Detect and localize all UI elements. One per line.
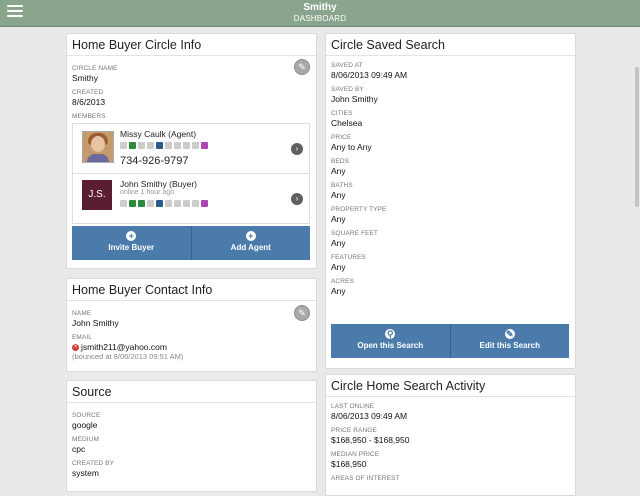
agent-avatar (82, 131, 114, 163)
medium-value: cpc (72, 444, 86, 454)
field-value: Any (331, 286, 346, 296)
member-name: Missy Caulk (Agent) (120, 129, 197, 139)
member-activity-icons (120, 200, 208, 207)
field-value: Any (331, 166, 346, 176)
field-label: CITIES (331, 110, 353, 117)
member-activity-icons (120, 142, 208, 149)
open-search-button[interactable]: ⚲ Open this Search (331, 324, 451, 358)
buyer-initials-avatar: J.S. (82, 180, 112, 210)
created-by-value: system (72, 468, 99, 478)
scrollbar[interactable] (634, 27, 640, 480)
search-action-buttons: ⚲ Open this Search ✎ Edit this Search (331, 324, 569, 358)
median-price-value: $168,950 (331, 459, 367, 469)
plus-icon: + (245, 231, 256, 241)
source-value: google (72, 420, 98, 430)
edit-search-button[interactable]: ✎ Edit this Search (450, 324, 569, 358)
last-online-label: LAST ONLINE (331, 403, 375, 410)
field-value: 8/06/2013 09:49 AM (331, 70, 408, 80)
error-icon: × (72, 344, 79, 352)
circle-info-card: Home Buyer Circle Info ✎ CIRCLE NAME Smi… (66, 33, 317, 269)
contact-info-heading: Home Buyer Contact Info (67, 279, 316, 301)
page-title: Smithy (303, 2, 337, 13)
field-value: John Smithy (331, 94, 378, 104)
circle-info-heading: Home Buyer Circle Info (67, 34, 316, 56)
field-value: Any (331, 190, 346, 200)
menu-icon[interactable] (7, 5, 23, 19)
field-label: FEATURES (331, 254, 366, 261)
price-range-value: $168,950 - $168,950 (331, 435, 410, 445)
page-subtitle: DASHBOARD (293, 14, 347, 23)
price-range-label: PRICE RANGE (331, 427, 377, 434)
members-label: MEMBERS (72, 113, 106, 120)
activity-heading: Circle Home Search Activity (326, 375, 575, 397)
add-agent-button[interactable]: + Add Agent (191, 226, 310, 260)
field-label: SAVED BY (331, 86, 364, 93)
member-phone: 734-926-9797 (120, 155, 189, 167)
pencil-icon: ✎ (504, 329, 515, 339)
median-price-label: MEDIAN PRICE (331, 451, 380, 458)
areas-label: AREAS OF INTEREST (331, 475, 400, 482)
contact-email[interactable]: jsmith211@yahoo.com (81, 342, 167, 352)
search-icon: ⚲ (385, 329, 396, 339)
field-label: ACRES (331, 278, 354, 285)
field-label: BATHS (331, 182, 353, 189)
field-value: Any (331, 262, 346, 272)
field-label: PRICE (331, 134, 352, 141)
edit-contact-button[interactable]: ✎ (294, 305, 310, 321)
activity-card: Circle Home Search Activity LAST ONLINE … (325, 374, 576, 496)
saved-search-heading: Circle Saved Search (326, 34, 575, 56)
source-heading: Source (67, 381, 316, 403)
saved-search-card: Circle Saved Search SAVED AT 8/06/2013 0… (325, 33, 576, 369)
field-label: SQUARE FEET (331, 230, 378, 237)
created-value: 8/6/2013 (72, 97, 106, 107)
field-value: Any (331, 238, 346, 248)
source-label: SOURCE (72, 412, 101, 419)
circle-action-buttons: + Invite Buyer + Add Agent (72, 226, 310, 260)
field-value: Any (331, 214, 346, 224)
medium-label: MEDIUM (72, 436, 99, 443)
member-status: online 1 hour ago (120, 189, 175, 196)
contact-name: John Smithy (72, 318, 119, 328)
field-label: PROPERTY TYPE (331, 206, 387, 213)
member-name: John Smithy (Buyer) (120, 179, 197, 189)
email-label: EMAIL (72, 334, 93, 341)
plus-icon: + (126, 231, 137, 241)
field-value: Chelsea (331, 118, 363, 128)
created-label: CREATED (72, 89, 104, 96)
invite-buyer-button[interactable]: + Invite Buyer (72, 226, 192, 260)
field-label: SAVED AT (331, 62, 363, 69)
top-bar: Smithy DASHBOARD (0, 0, 640, 27)
bounce-note: (bounced at 8/06/2013 09:51 AM) (72, 352, 184, 361)
field-value: Any to Any (331, 142, 372, 152)
scrollbar-thumb[interactable] (635, 67, 639, 207)
field-label: BEDS (331, 158, 350, 165)
circle-name: Smithy (72, 73, 98, 83)
member-row-buyer[interactable]: J.S. John Smithy (Buyer) online 1 hour a… (72, 174, 310, 224)
edit-circle-button[interactable]: ✎ (294, 59, 310, 75)
last-online-value: 8/06/2013 09:49 AM (331, 411, 408, 421)
source-card: Source SOURCE google MEDIUM cpc CREATED … (66, 380, 317, 492)
name-label: NAME (72, 310, 92, 317)
circle-name-label: CIRCLE NAME (72, 65, 118, 72)
member-row-agent[interactable]: Missy Caulk (Agent) 734-926-9797 › (72, 123, 310, 174)
contact-info-card: Home Buyer Contact Info ✎ NAME John Smit… (66, 278, 317, 372)
chevron-right-icon[interactable]: › (291, 193, 303, 205)
chevron-right-icon[interactable]: › (291, 143, 303, 155)
created-by-label: CREATED BY (72, 460, 115, 467)
